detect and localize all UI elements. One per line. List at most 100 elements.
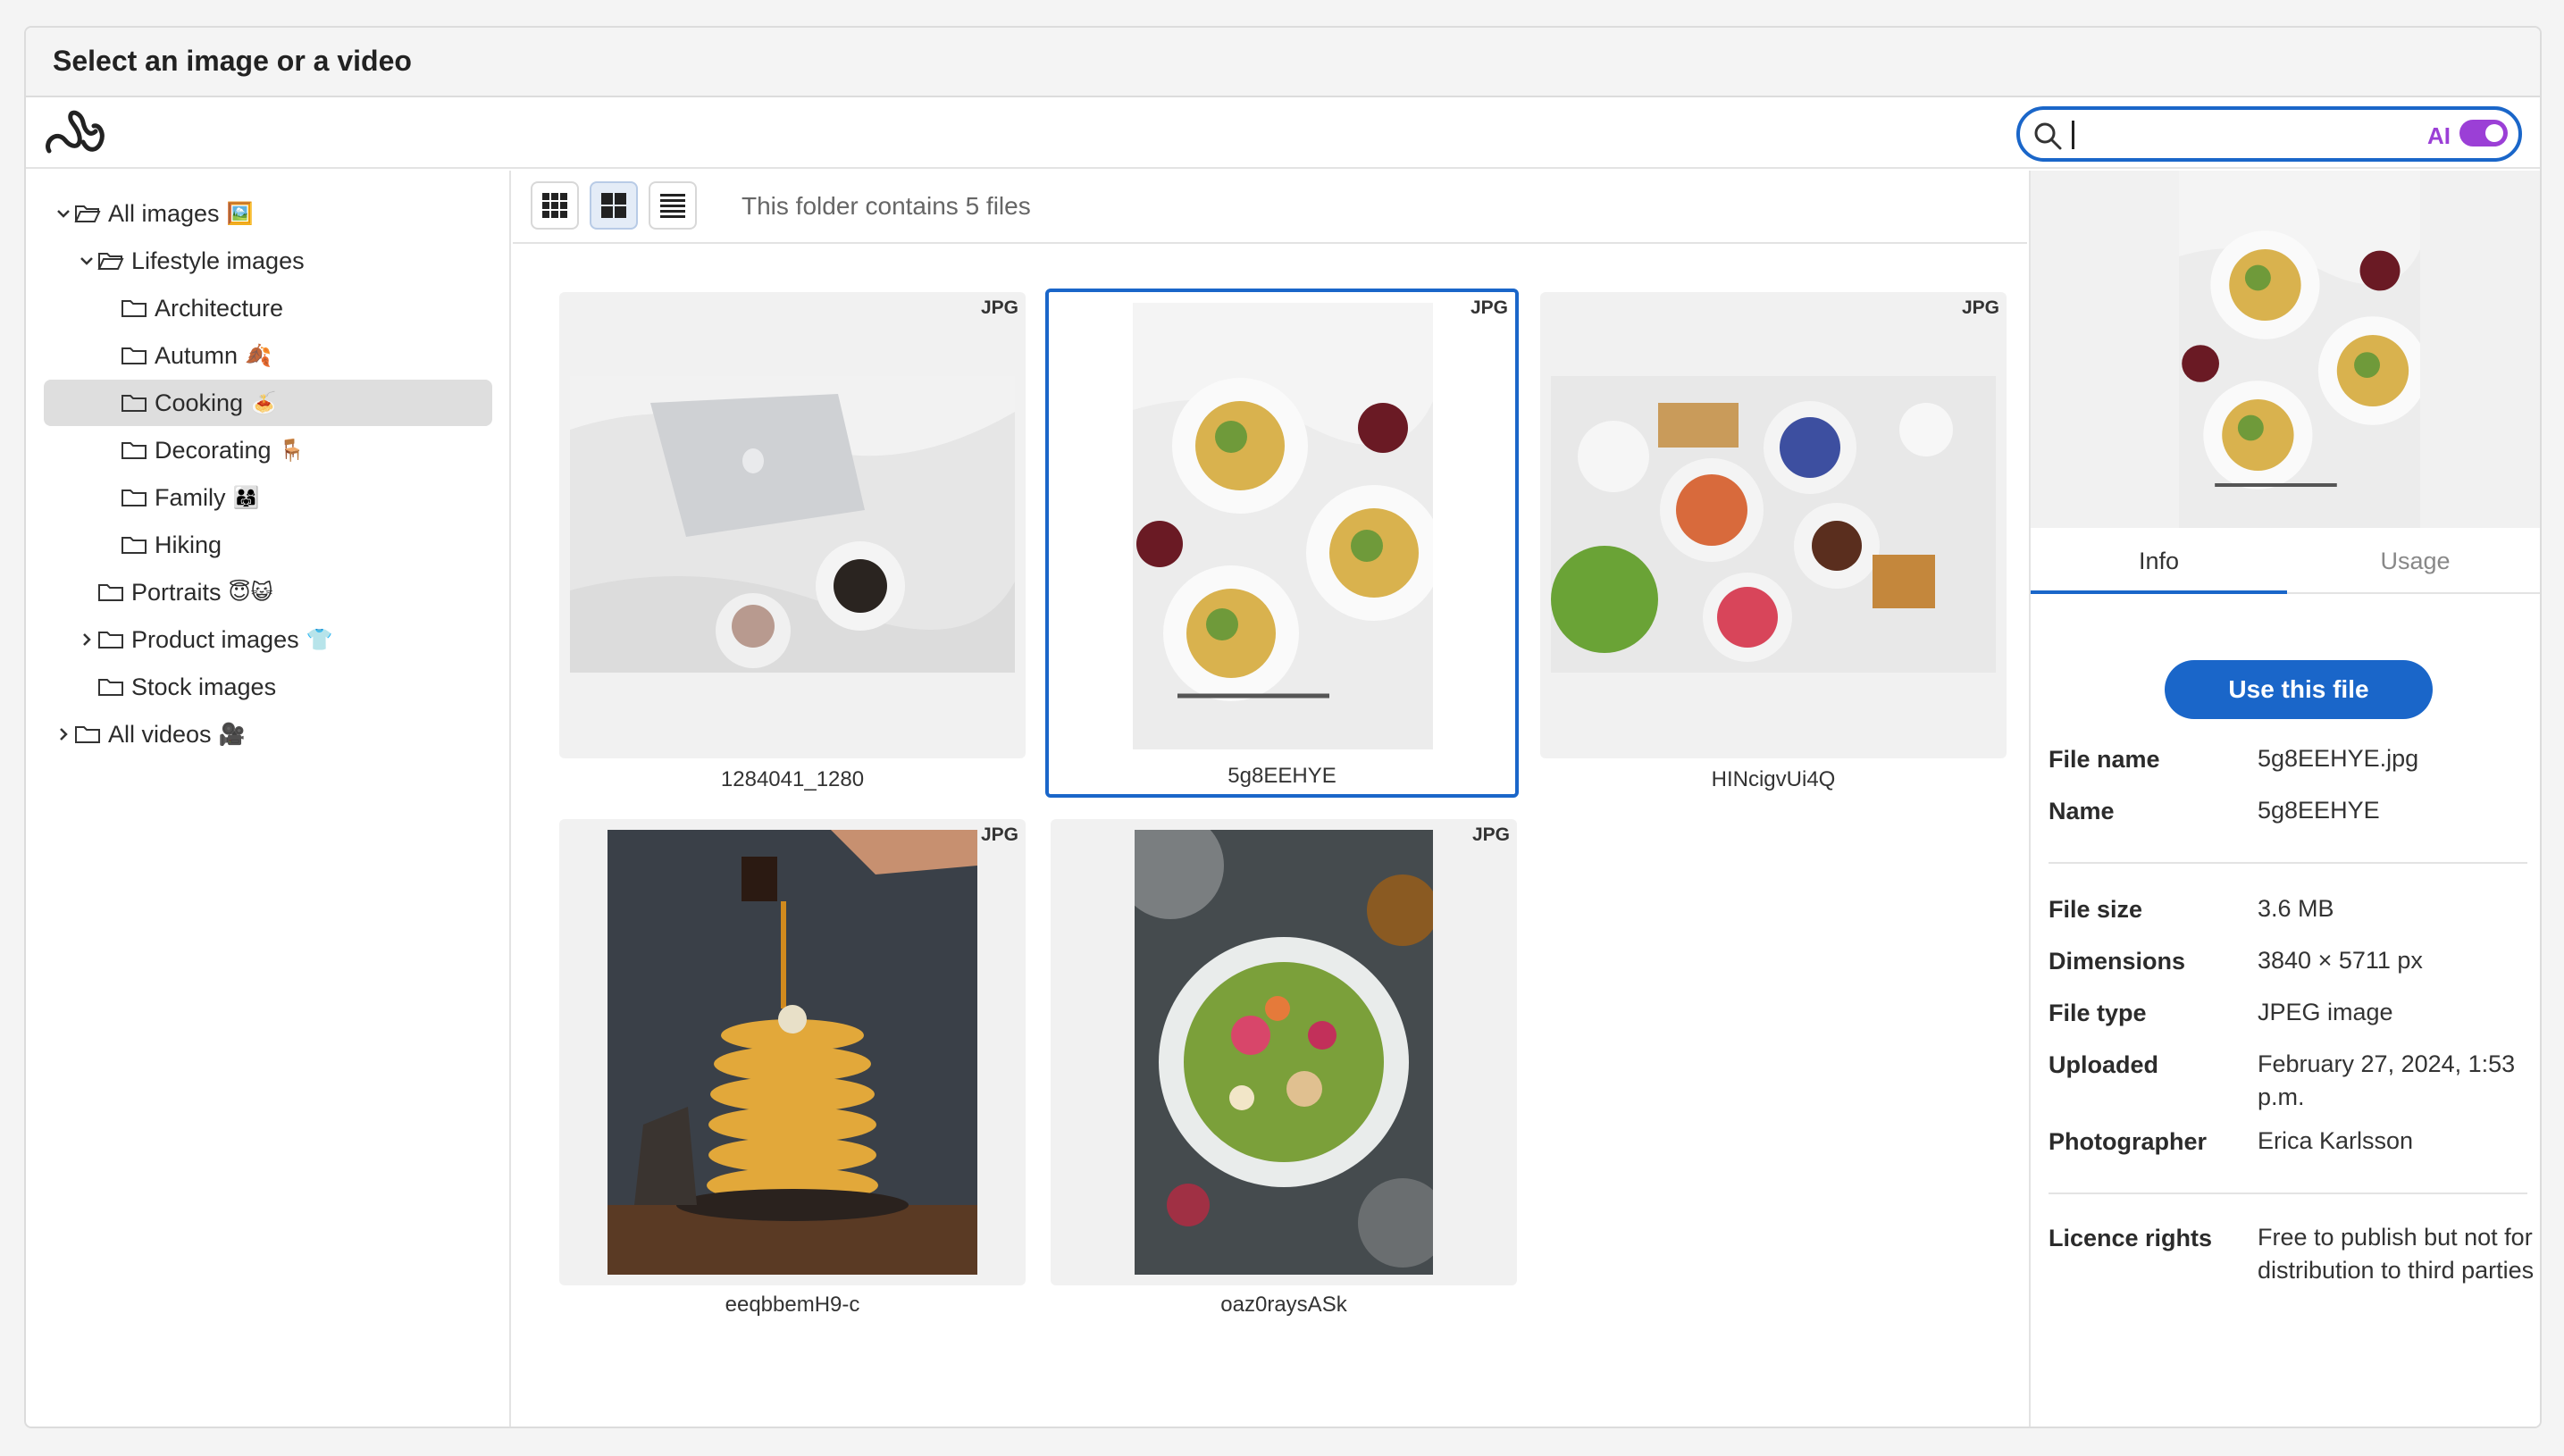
folder-tree-sidebar: All images 🖼️ Lifestyle images Architecture… [26, 171, 511, 1427]
field-label-dimensions: Dimensions [2049, 948, 2186, 975]
use-this-file-button[interactable]: Use this file [2165, 660, 2433, 719]
sidebar-item-label: All videos [108, 720, 212, 748]
folder-icon [121, 297, 147, 319]
file-card[interactable]: JPG 1284041_1280 [559, 292, 1026, 791]
sidebar-item-cooking[interactable]: Cooking 🍝 [44, 380, 492, 426]
folder-emoji-icon: 🍂 [245, 343, 272, 368]
folder-emoji-icon: 👨‍👩‍👧 [232, 485, 260, 510]
field-value-file-type: JPEG image [2258, 999, 2393, 1025]
file-thumbnail [570, 376, 1015, 673]
chevron-down-icon[interactable] [53, 203, 74, 224]
sidebar-item-label: Stock images [131, 673, 277, 700]
file-name: oaz0raysASk [1220, 1293, 1347, 1317]
folder-icon [121, 345, 147, 366]
folder-icon [121, 439, 147, 461]
folder-emoji-icon: 🎥 [218, 722, 246, 747]
folder-emoji-icon: 😇😺 [228, 580, 273, 605]
search-box[interactable]: AI [2016, 106, 2522, 162]
field-label-name: Name [2049, 798, 2115, 824]
chevron-right-icon[interactable] [76, 629, 97, 650]
file-card[interactable]: JPG HINcigvUi4Q [1540, 292, 2007, 791]
sidebar-item-family[interactable]: Family 👨‍👩‍👧 [99, 474, 259, 521]
sidebar-item-label: Hiking [155, 531, 222, 558]
details-tabs: Info Usage [2031, 528, 2540, 594]
folder-emoji-icon: 🪑 [278, 438, 306, 463]
medium-grid-icon [601, 193, 626, 218]
folder-open-icon [74, 203, 101, 224]
folder-file-count: This folder contains 5 files [742, 192, 1031, 220]
file-name: 1284041_1280 [720, 767, 865, 791]
sidebar-item-product-images[interactable]: Product images 👕 [76, 616, 332, 663]
file-name: HINcigvUi4Q [1711, 767, 1836, 791]
small-grid-icon [542, 193, 567, 218]
file-thumbnail [607, 830, 977, 1275]
medium-grid-view-button[interactable] [590, 181, 638, 230]
sidebar-item-label: Decorating [155, 436, 272, 464]
file-type-badge: JPG [980, 297, 1018, 318]
sidebar-item-all-images[interactable]: All images 🖼️ [53, 190, 253, 237]
sidebar-item-portraits[interactable]: Portraits 😇😺 [76, 569, 273, 615]
sidebar-item-hiking[interactable]: Hiking [99, 522, 222, 568]
sidebar-item-all-videos[interactable]: All videos 🎥 [53, 711, 245, 757]
field-value-file-name: 5g8EEHYE.jpg [2258, 745, 2419, 772]
sidebar-item-decorating[interactable]: Decorating 🪑 [99, 427, 305, 473]
divider [2049, 1192, 2527, 1194]
file-type-badge: JPG [1470, 297, 1508, 318]
folder-emoji-icon: 👕 [306, 627, 333, 652]
sidebar-item-autumn[interactable]: Autumn 🍂 [99, 332, 272, 379]
field-value-photographer: Erica Karlsson [2258, 1127, 2414, 1154]
file-card[interactable]: JPG eeqbbemH9-c [559, 819, 1026, 1317]
dialog-title: Select an image or a video [53, 45, 412, 77]
folder-icon [121, 487, 147, 508]
ai-search-toggle[interactable] [2459, 120, 2508, 146]
file-type-badge: JPG [980, 824, 1018, 845]
file-card[interactable]: JPG oaz0raysASk [1051, 819, 1517, 1317]
toggle-knob [2485, 124, 2503, 142]
sidebar-item-label: Architecture [155, 294, 284, 322]
sidebar-item-architecture[interactable]: Architecture [99, 285, 283, 331]
dialog-title-bar: Select an image or a video [26, 28, 2540, 97]
file-card-selected[interactable]: JPG 5g8EEHYE [1045, 289, 1519, 798]
view-toolbar: This folder contains 5 files [513, 171, 2027, 244]
sidebar-item-label: All images [108, 199, 220, 227]
search-input[interactable] [2072, 117, 2393, 153]
folder-icon [74, 724, 101, 745]
field-value-uploaded: February 27, 2024, 1:53 p.m. [2258, 1050, 2516, 1110]
file-thumbnail [1135, 830, 1433, 1275]
folder-icon [97, 582, 124, 603]
ai-label: AI [2427, 122, 2451, 149]
tab-info[interactable]: Info [2031, 528, 2287, 594]
text-caret [2072, 121, 2074, 149]
top-bar: AI [26, 97, 2540, 169]
file-preview [2179, 171, 2420, 528]
file-type-badge: JPG [1961, 297, 1999, 318]
sidebar-item-stock-images[interactable]: Stock images [76, 664, 276, 710]
folder-icon [97, 676, 124, 698]
folder-emoji-icon: 🖼️ [226, 201, 254, 226]
tab-usage[interactable]: Usage [2287, 528, 2540, 594]
folder-emoji-icon: 🍝 [250, 390, 277, 415]
field-value-licence-rights: Free to publish but not for distribution… [2258, 1224, 2535, 1284]
field-label-uploaded: Uploaded [2049, 1051, 2159, 1078]
small-grid-view-button[interactable] [531, 181, 579, 230]
file-browser: This folder contains 5 files JPG 1284041… [513, 171, 2027, 1427]
list-view-button[interactable] [649, 181, 697, 230]
folder-icon [97, 629, 124, 650]
folder-icon [121, 392, 147, 414]
app-logo-icon [42, 106, 108, 162]
sidebar-item-label: Lifestyle images [131, 247, 305, 274]
search-icon [2034, 122, 2062, 150]
sidebar-item-lifestyle-images[interactable]: Lifestyle images [76, 238, 305, 284]
field-label-file-name: File name [2049, 746, 2160, 773]
sidebar-item-label: Cooking [155, 389, 244, 416]
file-details-panel: Info Usage Use this file File name 5g8EE… [2029, 171, 2540, 1427]
chevron-down-icon[interactable] [76, 250, 97, 272]
sidebar-item-label: Product images [131, 625, 299, 653]
chevron-right-icon[interactable] [53, 724, 74, 745]
